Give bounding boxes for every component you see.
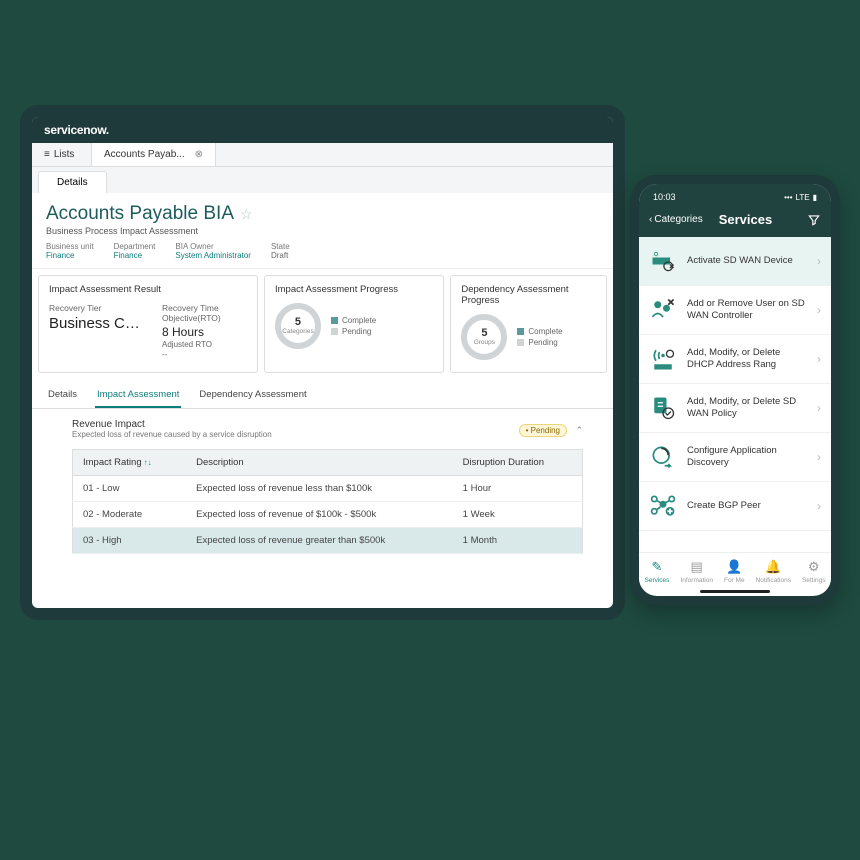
tab-details-content[interactable]: Details: [46, 383, 79, 408]
discovery-icon: [649, 443, 677, 471]
phone-frame: 10:03 ••• LTE ▮ ‹ Categories Services Ac…: [630, 175, 840, 605]
table-row[interactable]: 03 - HighExpected loss of revenue greate…: [73, 528, 583, 554]
chevron-right-icon: ›: [817, 303, 821, 317]
tab-dependency-assessment[interactable]: Dependency Assessment: [197, 383, 308, 408]
chevron-left-icon: ‹: [649, 214, 652, 225]
content-tabs: Details Impact Assessment Dependency Ass…: [32, 379, 613, 409]
meta-owner[interactable]: System Administrator: [175, 251, 251, 260]
panels-row: Impact Assessment Result Recovery Tier B…: [32, 269, 613, 379]
dep-progress-donut: 5 Groups: [461, 314, 507, 360]
nav-notifications[interactable]: 🔔Notifications: [756, 559, 791, 584]
breadcrumb-row: ≡ Lists Accounts Payab... ⊗: [32, 143, 613, 167]
tab-impact-assessment[interactable]: Impact Assessment: [95, 383, 181, 408]
services-list: Activate SD WAN Device › Add or Remove U…: [639, 237, 831, 552]
progress-donut: 5 Categories: [275, 303, 321, 349]
back-button[interactable]: ‹ Categories: [649, 214, 703, 225]
filter-icon[interactable]: [807, 213, 821, 227]
signal-icon: •••: [784, 193, 792, 202]
meta-department[interactable]: Finance: [114, 251, 142, 260]
tab-details[interactable]: Details: [38, 171, 107, 193]
status-time: 10:03: [653, 192, 676, 202]
breadcrumb-current[interactable]: Accounts Payab... ⊗: [92, 143, 216, 166]
meta-row: Business unitFinance DepartmentFinance B…: [46, 242, 599, 260]
nav-settings[interactable]: ⚙Settings: [802, 559, 826, 584]
panel-dependency-progress: Dependency Assessment Progress 5 Groups …: [450, 275, 607, 373]
service-item[interactable]: Add or Remove User on SD WAN Controller …: [639, 286, 831, 335]
page-subtitle: Business Process Impact Assessment: [46, 226, 599, 236]
battery-icon: ▮: [813, 193, 817, 202]
chevron-right-icon: ›: [817, 352, 821, 366]
table-row[interactable]: 02 - ModerateExpected loss of revenue of…: [73, 502, 583, 528]
close-icon[interactable]: ⊗: [195, 149, 203, 160]
nav-title: Services: [719, 212, 801, 227]
policy-icon: [649, 394, 677, 422]
panel-result: Impact Assessment Result Recovery Tier B…: [38, 275, 258, 373]
chevron-right-icon: ›: [817, 401, 821, 415]
users-icon: [649, 296, 677, 324]
nav-bar: ‹ Categories Services: [639, 206, 831, 237]
service-item[interactable]: Configure Application Discovery ›: [639, 433, 831, 482]
recovery-tier-value: Business Crit...: [49, 315, 144, 332]
service-item[interactable]: Add, Modify, or Delete SD WAN Policy ›: [639, 384, 831, 433]
service-item[interactable]: Create BGP Peer ›: [639, 482, 831, 531]
rto-value: 8 Hours: [162, 325, 247, 339]
gear-icon: ⚙: [808, 559, 820, 575]
col-duration[interactable]: Disruption Duration: [453, 450, 583, 476]
chevron-right-icon: ›: [817, 254, 821, 268]
antenna-icon: [649, 345, 677, 373]
panel-progress: Impact Assessment Progress 5 Categories …: [264, 275, 444, 373]
nav-for-me[interactable]: 👤For Me: [724, 559, 745, 584]
subtab-row: Details: [32, 167, 613, 193]
person-icon: 👤: [726, 559, 742, 575]
book-icon: ▤: [691, 559, 703, 575]
service-item[interactable]: Activate SD WAN Device ›: [639, 237, 831, 286]
collapse-icon[interactable]: ⌃: [575, 425, 583, 435]
page-title: Accounts Payable BIA ☆: [46, 203, 599, 225]
tablet-screen: servicenow. ≡ Lists Accounts Payab... ⊗ …: [32, 117, 613, 608]
brand-bar: servicenow.: [32, 117, 613, 143]
bell-icon: 🔔: [765, 559, 781, 575]
status-bar: 10:03 ••• LTE ▮: [639, 184, 831, 206]
nav-services[interactable]: ✎Services: [645, 559, 670, 584]
list-icon: ≡: [44, 149, 50, 160]
brand-logo: servicenow.: [44, 123, 109, 137]
device-icon: [649, 247, 677, 275]
revenue-table: Impact Rating↑↓ Description Disruption D…: [72, 449, 583, 554]
chevron-right-icon: ›: [817, 450, 821, 464]
status-badge: • Pending: [519, 424, 567, 437]
sort-icon: ↑↓: [144, 458, 152, 467]
meta-state: Draft: [271, 251, 288, 260]
table-row[interactable]: 01 - LowExpected loss of revenue less th…: [73, 476, 583, 502]
favorite-icon[interactable]: ☆: [240, 206, 253, 223]
edit-icon: ✎: [652, 559, 663, 575]
phone-screen: 10:03 ••• LTE ▮ ‹ Categories Services Ac…: [639, 184, 831, 596]
breadcrumb-lists[interactable]: ≡ Lists: [32, 143, 92, 166]
page-header: Accounts Payable BIA ☆ Business Process …: [32, 193, 613, 269]
nav-information[interactable]: ▤Information: [680, 559, 713, 584]
col-impact-rating[interactable]: Impact Rating↑↓: [73, 450, 187, 476]
tablet-frame: servicenow. ≡ Lists Accounts Payab... ⊗ …: [20, 105, 625, 620]
service-item[interactable]: Add, Modify, or Delete DHCP Address Rang…: [639, 335, 831, 384]
revenue-impact-section: Revenue Impact Expected loss of revenue …: [32, 409, 613, 554]
network-icon: [649, 492, 677, 520]
meta-business-unit[interactable]: Finance: [46, 251, 74, 260]
bottom-nav: ✎Services ▤Information 👤For Me 🔔Notifica…: [639, 552, 831, 588]
col-description[interactable]: Description: [186, 450, 453, 476]
home-indicator[interactable]: [700, 590, 770, 593]
chevron-right-icon: ›: [817, 499, 821, 513]
